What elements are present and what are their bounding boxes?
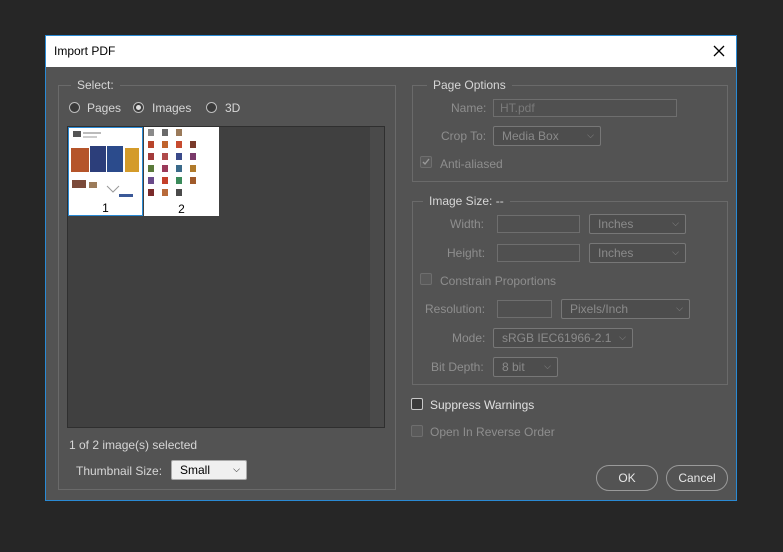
thumbnail-2[interactable]: 2 — [144, 127, 219, 216]
anti-aliased-label: Anti-aliased — [440, 157, 503, 171]
ok-button[interactable]: OK — [596, 465, 658, 491]
crop-to-label: Crop To: — [441, 129, 487, 143]
name-label: Name: — [451, 101, 487, 115]
thumbnail-size-label: Thumbnail Size: — [76, 464, 163, 478]
crop-to-value: Media Box — [502, 129, 559, 143]
height-unit-value: Inches — [598, 246, 634, 260]
bit-depth-value: 8 bit — [502, 360, 525, 374]
3d-radio-label[interactable]: 3D — [225, 101, 240, 115]
resolution-field — [497, 300, 552, 318]
page-1-preview — [71, 131, 139, 197]
chevron-down-icon: ⌵ — [619, 332, 626, 342]
suppress-warnings-label[interactable]: Suppress Warnings — [430, 398, 534, 412]
width-unit-select: Inches ⌵ — [589, 214, 686, 234]
page-options-legend: Page Options — [427, 78, 512, 92]
close-icon[interactable] — [708, 40, 730, 62]
thumbnail-scrollbar[interactable] — [370, 127, 384, 427]
thumbnail-size-select[interactable]: Small ⌵ — [171, 460, 247, 480]
bit-depth-label: Bit Depth: — [431, 360, 484, 374]
reverse-order-checkbox — [411, 425, 423, 437]
pages-radio-label[interactable]: Pages — [87, 101, 121, 115]
images-radio[interactable] — [133, 102, 144, 113]
chevron-down-icon: ⌵ — [672, 247, 679, 257]
images-radio-label[interactable]: Images — [152, 101, 191, 115]
checkmark-icon — [422, 158, 430, 166]
name-value: HT.pdf — [500, 101, 535, 115]
crop-to-select: Media Box ⌵ — [493, 126, 601, 146]
window-title: Import PDF — [54, 44, 116, 58]
height-unit-select: Inches ⌵ — [589, 243, 686, 263]
thumbnail-1-number: 1 — [102, 201, 109, 215]
mode-value: sRGB IEC61966-2.1 — [502, 331, 612, 345]
reverse-order-label: Open In Reverse Order — [430, 425, 555, 439]
chevron-down-icon: ⌵ — [544, 361, 551, 371]
import-pdf-dialog: Import PDF Select: Pages Images 3D 1 2 1… — [45, 35, 737, 501]
3d-radio[interactable] — [206, 102, 217, 113]
chevron-down-icon: ⌵ — [587, 130, 594, 140]
bit-depth-select: 8 bit ⌵ — [493, 357, 558, 377]
thumbnail-2-number: 2 — [178, 202, 185, 216]
constrain-proportions-checkbox — [420, 273, 432, 285]
name-field: HT.pdf — [493, 99, 677, 117]
height-label: Height: — [447, 246, 486, 260]
mode-select: sRGB IEC61966-2.1 ⌵ — [493, 328, 633, 348]
thumbnail-1[interactable]: 1 — [68, 127, 143, 216]
height-field — [497, 244, 580, 262]
pages-radio[interactable] — [69, 102, 80, 113]
anti-aliased-checkbox — [420, 156, 432, 168]
resolution-label: Resolution: — [425, 302, 486, 316]
suppress-warnings-checkbox[interactable] — [411, 398, 423, 410]
constrain-proportions-label: Constrain Proportions — [440, 274, 557, 288]
chevron-down-icon: ⌵ — [676, 303, 683, 313]
select-legend: Select: — [71, 78, 120, 92]
thumbnail-size-value: Small — [180, 463, 211, 477]
selection-status: 1 of 2 image(s) selected — [69, 438, 198, 452]
chevron-down-icon: ⌵ — [233, 464, 240, 474]
width-label: Width: — [450, 217, 485, 231]
width-unit-value: Inches — [598, 217, 634, 231]
width-field — [497, 215, 580, 233]
image-size-legend: Image Size: -- — [423, 194, 510, 208]
resolution-unit-select: Pixels/Inch ⌵ — [561, 299, 690, 319]
page-2-preview — [148, 129, 196, 196]
cancel-button[interactable]: Cancel — [666, 465, 728, 491]
resolution-unit-value: Pixels/Inch — [570, 302, 629, 316]
chevron-down-icon: ⌵ — [672, 218, 679, 228]
thumbnail-pane[interactable]: 1 2 — [67, 126, 385, 428]
mode-label: Mode: — [452, 331, 486, 345]
title-bar: Import PDF — [46, 36, 736, 67]
